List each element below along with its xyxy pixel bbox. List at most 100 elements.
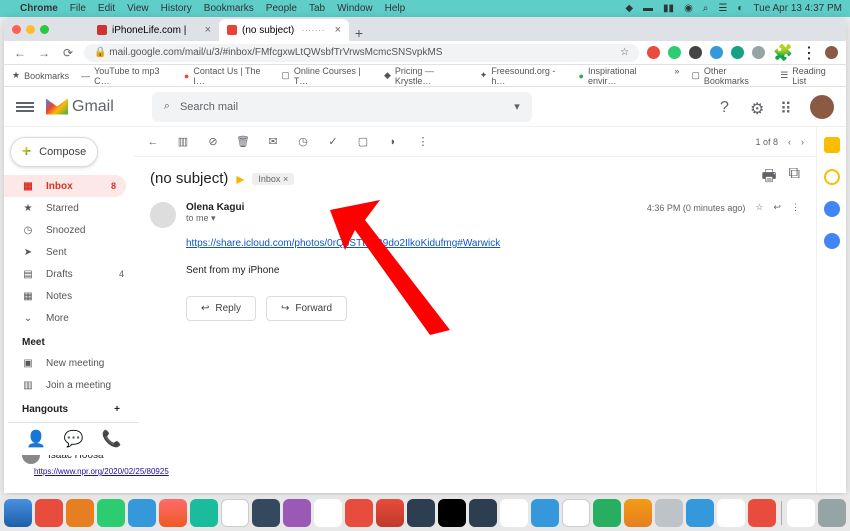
- dock-folder[interactable]: [787, 499, 815, 527]
- back-button[interactable]: ←: [12, 46, 28, 60]
- icloud-link[interactable]: https://share.icloud.com/photos/0rQoSTt6…: [186, 238, 500, 249]
- contacts-icon[interactable]: [824, 233, 840, 249]
- menu-view[interactable]: View: [127, 3, 149, 14]
- window-zoom[interactable]: [40, 25, 49, 34]
- sender-avatar[interactable]: [150, 202, 176, 228]
- dock-app[interactable]: [128, 499, 156, 527]
- ext-icon[interactable]: [731, 46, 744, 59]
- forward-button[interactable]: ↪Forward: [266, 296, 347, 321]
- menu-window[interactable]: Window: [337, 3, 373, 14]
- reply-icon[interactable]: ↩: [773, 202, 781, 213]
- menu-edit[interactable]: Edit: [98, 3, 115, 14]
- prev-icon[interactable]: ‹: [788, 137, 791, 147]
- chat-icon[interactable]: 💬: [64, 429, 84, 449]
- person-icon[interactable]: 👤: [26, 429, 46, 449]
- search-input[interactable]: ⌕ Search mail ▾: [152, 92, 532, 122]
- add-hangout-icon[interactable]: +: [114, 404, 120, 415]
- dropbox-icon[interactable]: ◆: [625, 3, 633, 14]
- dock-app[interactable]: [686, 499, 714, 527]
- ext-icon[interactable]: [752, 46, 765, 59]
- snooze-icon[interactable]: ◷: [296, 135, 310, 148]
- other-bookmarks[interactable]: ▢Other Bookmarks: [691, 66, 768, 86]
- ext-icon[interactable]: [647, 46, 660, 59]
- tab-gmail[interactable]: (no subject) ······· ×: [219, 19, 349, 41]
- dock-app[interactable]: [283, 499, 311, 527]
- sidebar-item-inbox[interactable]: ▦Inbox8: [4, 175, 126, 197]
- reply-button[interactable]: ↩Reply: [186, 296, 256, 321]
- menu-people[interactable]: People: [266, 3, 297, 14]
- menu-bookmarks[interactable]: Bookmarks: [204, 3, 254, 14]
- more-icon[interactable]: ⋮: [416, 135, 430, 148]
- sidebar-item-notes[interactable]: ▦Notes: [4, 285, 134, 307]
- trash-icon[interactable]: [818, 499, 846, 527]
- ext-icon[interactable]: [710, 46, 723, 59]
- compose-button[interactable]: + Compose: [10, 137, 98, 167]
- tasks-icon[interactable]: [824, 201, 840, 217]
- star-icon[interactable]: ☆: [755, 202, 763, 213]
- window-minimize[interactable]: [26, 25, 35, 34]
- dock-app[interactable]: [159, 499, 187, 527]
- siri-icon[interactable]: ◐: [737, 3, 743, 14]
- control-center-icon[interactable]: ☰: [718, 3, 727, 14]
- flag-icon[interactable]: ▬: [643, 3, 653, 14]
- search-options-icon[interactable]: ▾: [514, 100, 520, 113]
- dock-app[interactable]: [624, 499, 652, 527]
- bookmark[interactable]: ●Inspirational envir…: [579, 66, 663, 86]
- back-icon[interactable]: ←: [146, 136, 160, 148]
- sidebar-item-more[interactable]: ⌄More: [4, 307, 134, 329]
- wifi-icon[interactable]: ◉: [684, 3, 693, 14]
- apps-icon[interactable]: ⠿: [780, 99, 796, 115]
- keep-icon[interactable]: [824, 169, 840, 185]
- chrome-menu-icon[interactable]: ⋮: [801, 43, 817, 63]
- new-tab-button[interactable]: +: [349, 25, 369, 41]
- dock-app[interactable]: [717, 499, 745, 527]
- bookmark[interactable]: ◆Pricing — Krystle…: [384, 66, 468, 86]
- hangout-link[interactable]: https://www.npr.org/2020/02/25/80925: [4, 467, 134, 476]
- battery-icon[interactable]: ▮▮: [663, 3, 674, 14]
- sender-name[interactable]: Olena Kagui: [186, 202, 637, 213]
- window-close[interactable]: [12, 25, 21, 34]
- close-icon[interactable]: ×: [205, 24, 211, 36]
- more-icon[interactable]: ⋮: [791, 202, 800, 213]
- ext-icon[interactable]: [668, 46, 681, 59]
- word-icon[interactable]: [531, 499, 559, 527]
- phone-icon[interactable]: 📞: [102, 429, 122, 449]
- bookmark[interactable]: ★Bookmarks: [12, 70, 69, 81]
- dock-app[interactable]: [345, 499, 373, 527]
- print-icon[interactable]: 🖶: [761, 165, 776, 192]
- calendar-icon[interactable]: [221, 499, 249, 527]
- unread-icon[interactable]: ✉: [266, 135, 280, 148]
- close-icon[interactable]: ×: [335, 24, 341, 36]
- details-icon[interactable]: ▾: [211, 213, 216, 223]
- bookmark[interactable]: —YouTube to mp3 C…: [81, 66, 172, 86]
- menu-history[interactable]: History: [161, 3, 192, 14]
- dock-app[interactable]: [376, 499, 404, 527]
- spam-icon[interactable]: ⊘: [206, 135, 220, 148]
- delete-icon[interactable]: 🗑: [236, 135, 250, 148]
- popout-icon[interactable]: ⧉: [789, 165, 800, 192]
- star-icon[interactable]: ☆: [620, 47, 629, 58]
- excel-icon[interactable]: [593, 499, 621, 527]
- dock-app[interactable]: [35, 499, 63, 527]
- dock-app[interactable]: [407, 499, 435, 527]
- bookmark[interactable]: ▢Online Courses | T…: [281, 66, 372, 86]
- menu-help[interactable]: Help: [385, 3, 406, 14]
- dock-app[interactable]: [500, 499, 528, 527]
- messages-icon[interactable]: [190, 499, 218, 527]
- app-name[interactable]: Chrome: [20, 3, 58, 14]
- forward-button[interactable]: →: [36, 46, 52, 60]
- dock-app[interactable]: [314, 499, 342, 527]
- gmail-logo[interactable]: Gmail: [46, 98, 114, 116]
- sidebar-item-drafts[interactable]: ▤Drafts4: [4, 263, 134, 285]
- dock-app[interactable]: [748, 499, 776, 527]
- finder-icon[interactable]: [4, 499, 32, 527]
- sidebar-item-sent[interactable]: ➤Sent: [4, 241, 134, 263]
- tasks-icon[interactable]: ✓: [326, 135, 340, 148]
- reading-list[interactable]: ☰Reading List: [780, 66, 838, 86]
- labels-icon[interactable]: ◗: [386, 136, 400, 148]
- sidebar-item-new-meeting[interactable]: ▣New meeting: [4, 352, 134, 374]
- ext-icon[interactable]: [689, 46, 702, 59]
- profile-avatar[interactable]: [825, 46, 838, 59]
- sidebar-item-snoozed[interactable]: ◷Snoozed: [4, 219, 134, 241]
- dock-app[interactable]: [66, 499, 94, 527]
